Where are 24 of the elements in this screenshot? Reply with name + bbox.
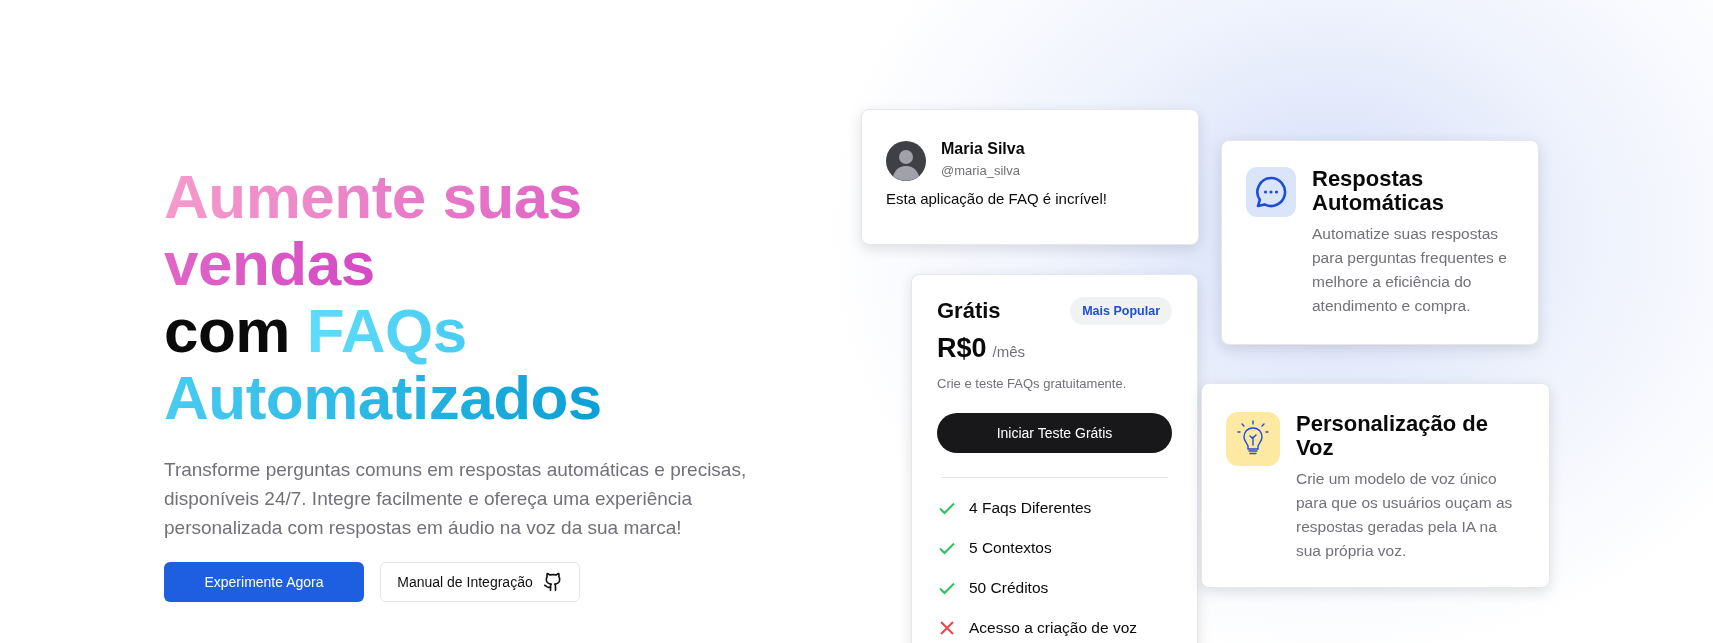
feature-description: Automatize suas respostas para perguntas frequentes e melhore a eficiência do atendimento e compra. [1312,224,1508,316]
feature-label: Acesso a criação de voz [969,619,1137,637]
feature-title: Personalização de Voz [1296,412,1489,460]
feature-label: 50 Créditos [969,579,1049,597]
user-handle: @maria_silva [941,163,1021,178]
feature-label: 5 Contextos [969,539,1052,557]
avatar [886,141,926,181]
lightbulb-icon [1226,412,1280,466]
popular-badge: Mais Popular [1070,297,1172,325]
testimonial-text: Esta aplicação de FAQ é incrível! [886,190,1108,207]
price: R$0 [937,333,987,364]
hero-description: Transforme perguntas comuns em respostas automáticas e precisas, disponíveis 24/7. Integre facilmente e ofereça uma experiência personalizada com respostas em áudio na voz da sua marca! [164,458,748,540]
feature-title: Respostas Automáticas [1312,167,1446,215]
github-icon [542,572,563,592]
plan-description: Crie e teste FAQs gratuitamente. [937,376,1128,391]
feature-label: 4 Faqs Diferentes [969,499,1092,517]
price-period: /mês [992,343,1026,360]
feature-description: Crie um modelo de voz único para que os usuários ouçam as respostas geradas pela IA na sua própria voz. [1296,469,1514,561]
try-now-button[interactable]: Experimente Agora [164,562,364,602]
plan-name: Grátis [937,298,1001,324]
user-name: Maria Silva [941,140,1025,158]
start-trial-button[interactable]: Iniciar Teste Grátis [937,413,1172,453]
chat-bubble-icon [1246,167,1296,217]
integration-manual-button[interactable]: Manual de Integração [380,562,580,602]
